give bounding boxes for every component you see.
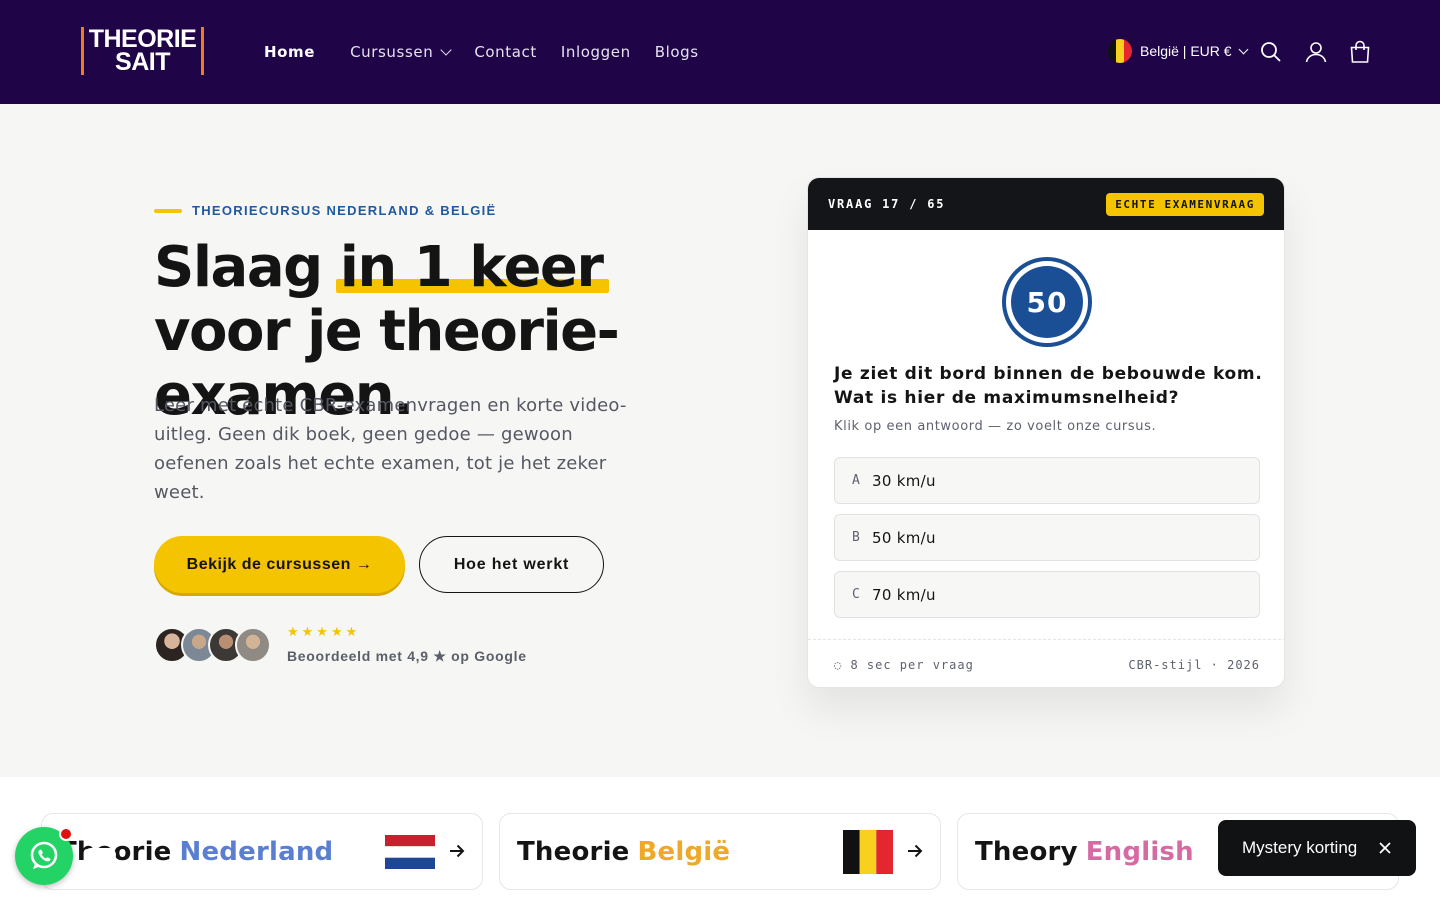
mystery-discount-label: Mystery korting bbox=[1242, 838, 1358, 857]
course-prefix: Theorie bbox=[517, 836, 630, 867]
answer-text: 50 km/u bbox=[872, 528, 936, 547]
style-label: CBR-stijl · 2026 bbox=[1128, 657, 1260, 672]
view-courses-button[interactable]: Bekijk de cursussen → bbox=[154, 536, 405, 593]
course-card-belgie[interactable]: Theorie België bbox=[499, 813, 941, 890]
hero-eyebrow: THEORIECURSUS NEDERLAND & BELGIË bbox=[154, 203, 497, 218]
how-it-works-button[interactable]: Hoe het werkt bbox=[419, 536, 604, 593]
logo-line2: SAIT bbox=[115, 48, 170, 76]
belgium-flag-icon bbox=[843, 830, 893, 874]
course-card-title: Theorie België bbox=[517, 837, 730, 867]
nav-cursussen-label: Cursussen bbox=[350, 43, 434, 61]
answer-text: 30 km/u bbox=[872, 471, 936, 490]
nav-inloggen[interactable]: Inloggen bbox=[561, 43, 631, 61]
rating-stars: ★★★★★ bbox=[287, 625, 361, 640]
answer-letter: C bbox=[852, 587, 860, 602]
headline-highlight: in 1 keer bbox=[335, 235, 609, 300]
arrow-right-icon bbox=[908, 844, 923, 858]
question-counter: VRAAG 17 / 65 bbox=[828, 197, 946, 211]
quiz-card-footer: ◌ 8 sec per vraag CBR-stijl · 2026 bbox=[808, 639, 1284, 687]
course-country: Nederland bbox=[179, 836, 334, 867]
notification-dot bbox=[59, 827, 73, 841]
hero-lead: Leer met échte CBR-examenvragen en korte… bbox=[154, 395, 627, 503]
rating-text: Beoordeeld met 4,9 ★ op Google bbox=[287, 648, 527, 664]
course-country: English bbox=[1085, 836, 1194, 867]
answer-option-a[interactable]: A 30 km/u bbox=[834, 457, 1260, 504]
speed-sign-value: 50 bbox=[1011, 266, 1083, 338]
nav-home[interactable]: Home bbox=[264, 43, 315, 61]
belgium-flag-icon bbox=[1108, 39, 1132, 63]
quiz-question: Je ziet dit bord binnen de bebouwde kom.… bbox=[834, 364, 1263, 408]
nav-contact[interactable]: Contact bbox=[474, 43, 537, 61]
exam-question-badge: ECHTE EXAMENVRAAG bbox=[1106, 192, 1264, 216]
whatsapp-tooltip bbox=[84, 848, 116, 862]
nav-blogs[interactable]: Blogs bbox=[655, 43, 699, 61]
search-icon[interactable] bbox=[1259, 40, 1283, 64]
whatsapp-icon bbox=[30, 841, 58, 869]
eyebrow-text: THEORIECURSUS NEDERLAND & BELGIË bbox=[192, 203, 497, 218]
speed-sign-icon: 50 bbox=[1002, 257, 1092, 347]
eyebrow-accent-line bbox=[154, 208, 182, 213]
chevron-down-icon bbox=[1238, 44, 1249, 54]
answer-letter: A bbox=[852, 473, 860, 488]
quiz-card-header: VRAAG 17 / 65 ECHTE EXAMENVRAAG bbox=[808, 178, 1284, 230]
close-icon[interactable] bbox=[1378, 841, 1392, 855]
course-card-title: Theory English bbox=[975, 837, 1194, 867]
chevron-down-icon bbox=[440, 44, 452, 56]
course-prefix: Theory bbox=[975, 836, 1078, 867]
answer-option-b[interactable]: B 50 km/u bbox=[834, 514, 1260, 561]
logo[interactable]: THEORIE SAIT bbox=[81, 27, 204, 75]
course-country: België bbox=[637, 836, 731, 867]
reviewer-avatars bbox=[154, 627, 271, 663]
netherlands-flag-icon bbox=[385, 835, 435, 869]
timer-label: ◌ 8 sec per vraag bbox=[834, 657, 974, 672]
main-nav: Home Cursussen Contact Inloggen Blogs bbox=[264, 41, 723, 63]
quiz-card: VRAAG 17 / 65 ECHTE EXAMENVRAAG 50 Je zi… bbox=[807, 177, 1285, 688]
answer-option-c[interactable]: C 70 km/u bbox=[834, 571, 1260, 618]
answer-letter: B bbox=[852, 530, 860, 545]
avatar bbox=[235, 627, 271, 663]
site-header: THEORIE SAIT Home Cursussen Contact Inlo… bbox=[0, 0, 1440, 104]
quiz-hint: Klik op een antwoord — zo voelt onze cur… bbox=[834, 419, 1157, 434]
headline-pre: Slaag bbox=[154, 235, 340, 300]
locale-label: België | EUR € bbox=[1140, 43, 1232, 59]
account-icon[interactable] bbox=[1304, 40, 1328, 64]
cart-icon[interactable] bbox=[1348, 40, 1372, 64]
answer-text: 70 km/u bbox=[872, 585, 936, 604]
locale-selector[interactable]: België | EUR € bbox=[1108, 39, 1249, 63]
arrow-right-icon bbox=[450, 844, 465, 858]
nav-cursussen[interactable]: Cursussen bbox=[350, 43, 452, 61]
headline-highlight-text: in 1 keer bbox=[339, 235, 604, 300]
mystery-discount-toast[interactable]: Mystery korting bbox=[1218, 820, 1416, 876]
